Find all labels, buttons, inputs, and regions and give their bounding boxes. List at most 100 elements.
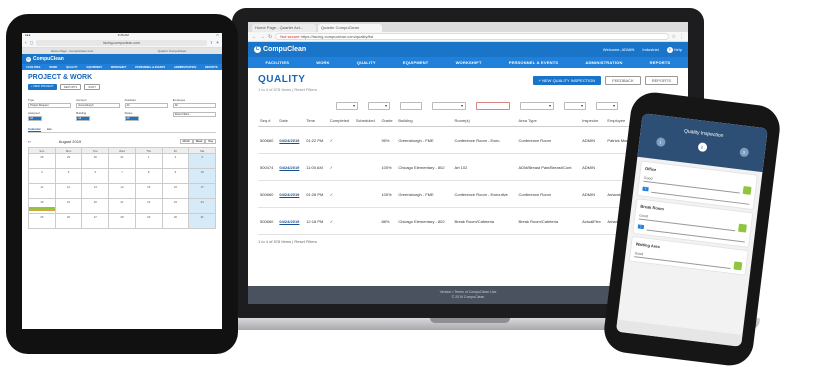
check-icon[interactable] xyxy=(738,223,747,233)
ipad-share-icon[interactable]: ⇪ xyxy=(210,40,213,45)
calendar-day-cell[interactable]: 28 xyxy=(109,214,136,229)
browser-tab[interactable]: Home Page - Quarter Act... xyxy=(252,24,316,32)
calendar-day-cell[interactable]: 11 xyxy=(29,184,56,199)
filter-completed[interactable]: ▾ xyxy=(336,102,358,110)
calendar-day-cell[interactable]: 3 xyxy=(189,154,216,169)
calendar-next-icon[interactable]: › xyxy=(29,139,30,144)
nav-item-facilities[interactable]: FACILITIES xyxy=(26,66,40,69)
address-bar[interactable]: Not secure https://facing.compuclean.com… xyxy=(275,33,669,40)
step-indicator[interactable]: 3 xyxy=(738,147,749,158)
feedback-button[interactable]: FEEDBACK xyxy=(605,76,641,85)
calendar-day-cell[interactable]: 23 xyxy=(162,199,190,214)
calendar-day-cell[interactable]: 28 xyxy=(29,154,56,169)
calendar-day-cell[interactable]: 6 xyxy=(82,169,110,184)
calendar-day-cell[interactable]: 14 xyxy=(109,184,136,199)
nav-item-workshift[interactable]: WORKSHIFT xyxy=(111,66,127,69)
filter-scheduled[interactable]: ▾ xyxy=(368,102,390,110)
calendar-day-cell[interactable]: 31 xyxy=(109,154,136,169)
calendar-day-cell[interactable]: 5 xyxy=(55,169,83,184)
reports-button[interactable]: REPORTS xyxy=(59,84,82,90)
table-row[interactable]: 500660 04/24/2019 12:18 PM ✓ 88% Chicago… xyxy=(258,207,678,235)
calendar-day-cell[interactable]: 15 xyxy=(135,184,163,199)
table-row[interactable]: 500660 04/24/2019 01:22 PM ✓ 95% Greensb… xyxy=(258,126,678,154)
status-select[interactable]: All xyxy=(124,116,139,121)
calendar-day-cell[interactable]: 31 xyxy=(189,214,216,229)
check-icon[interactable] xyxy=(742,185,752,195)
nav-item-administration[interactable]: ADMINISTRATION xyxy=(174,66,196,69)
nav-item-workshift[interactable]: WORKSHIFT xyxy=(456,60,482,65)
column-header[interactable]: Seq # xyxy=(258,115,278,127)
browser-tab-active[interactable]: Quarter CompuClean xyxy=(318,24,382,32)
cell-date-link[interactable]: 04/24/2019 xyxy=(277,180,305,208)
column-header[interactable]: Building xyxy=(396,115,453,127)
ipad-back-icon[interactable]: ‹ xyxy=(25,40,27,46)
calendar-day-cell[interactable]: 30 xyxy=(162,214,190,229)
calendar-day-cell[interactable]: 8 xyxy=(135,169,163,184)
view-month[interactable]: Month xyxy=(179,139,193,144)
column-header[interactable]: Room(s) xyxy=(452,115,517,127)
calendar-day-cell[interactable]: 2 xyxy=(162,154,190,169)
assistant-select[interactable]: All xyxy=(124,103,168,108)
filter-inspector[interactable]: ▾ xyxy=(564,102,586,110)
calendar-day-cell[interactable]: 25 xyxy=(29,214,56,229)
calendar-day-cell[interactable]: 26 xyxy=(55,214,83,229)
calendar-day-cell[interactable]: 27 xyxy=(82,214,110,229)
nav-item-reports[interactable]: REPORTS xyxy=(205,66,218,69)
nav-item-equipment[interactable]: EQUIPMENT xyxy=(86,66,101,69)
reload-icon[interactable]: ↻ xyxy=(268,34,272,40)
calendar-day-cell[interactable]: 1 xyxy=(135,154,163,169)
calendar-day-cell[interactable]: 13 xyxy=(82,184,110,199)
table-row[interactable]: 500474 04/24/2019 11:00 AM ✓ 100% Chicag… xyxy=(258,153,678,181)
filter-rooms[interactable] xyxy=(476,102,510,110)
building-select[interactable]: All xyxy=(76,116,91,121)
filter-employee[interactable]: ▾ xyxy=(596,102,618,110)
nav-item-work[interactable]: WORK xyxy=(49,66,57,69)
calendar-day-cell[interactable]: 4 xyxy=(29,169,56,184)
new-project-button[interactable]: + NEW PROJECT xyxy=(28,84,57,90)
calendar-day-cell[interactable]: 7 xyxy=(109,169,136,184)
region-select[interactable]: Industrial xyxy=(642,47,658,52)
ipad-tab[interactable]: Home Page - CompuClean.com xyxy=(22,48,122,54)
reset-filters-button[interactable]: Reset Filters xyxy=(172,112,216,117)
calendar-day-cell[interactable]: 30 xyxy=(82,154,110,169)
nav-item-personnel-events[interactable]: PERSONNEL & EVENTS xyxy=(509,60,559,65)
star-icon[interactable]: ☆ xyxy=(672,34,676,40)
column-header[interactable]: Area Type xyxy=(516,115,581,127)
calendar-day-cell[interactable]: 22 xyxy=(135,199,163,214)
tab-list[interactable]: List xyxy=(47,127,52,132)
column-header[interactable]: Inspector xyxy=(580,115,606,127)
ipad-app-logo[interactable]: C CompuClean xyxy=(26,56,64,62)
ipad-address-bar[interactable]: facing.compuclean.com xyxy=(36,39,207,46)
sort-button[interactable]: SORT xyxy=(84,84,100,90)
nav-item-quality[interactable]: QUALITY xyxy=(66,66,77,69)
column-header[interactable]: Scheduled xyxy=(353,115,380,127)
filter-grade[interactable] xyxy=(400,102,422,110)
calendar-day-cell[interactable]: 19 xyxy=(55,199,83,214)
help-link[interactable]: ? Help xyxy=(666,46,682,53)
calendar-day-cell[interactable]: 18 xyxy=(29,199,56,214)
new-quality-inspection-button[interactable]: + NEW QUALITY INSPECTION xyxy=(532,76,602,85)
type-select[interactable]: Project Request xyxy=(28,103,72,108)
calendar-day-cell[interactable]: 21 xyxy=(109,199,136,214)
nav-item-work[interactable]: WORK xyxy=(316,60,329,65)
menu-icon[interactable]: ⋮ xyxy=(679,34,684,40)
column-header[interactable]: Grade xyxy=(379,115,397,127)
calendar-day-cell[interactable]: 9 xyxy=(162,169,190,184)
table-row[interactable]: 500660 04/24/2019 01:28 PM ✓ 100% Greens… xyxy=(258,180,678,208)
cell-date-link[interactable]: 04/24/2019 xyxy=(277,207,305,235)
column-header[interactable]: Date xyxy=(277,115,305,127)
tab-calendar[interactable]: Calendar xyxy=(28,127,41,132)
view-week[interactable]: Week xyxy=(192,139,206,144)
nav-item-administration[interactable]: ADMINISTRATION xyxy=(585,60,622,65)
nav-item-reports[interactable]: REPORTS xyxy=(650,60,671,65)
ipad-tab-active[interactable]: Quarter CompuClean xyxy=(122,48,222,54)
filter-building[interactable]: ▾ xyxy=(432,102,466,110)
reports-button[interactable]: REPORTS xyxy=(644,76,678,85)
calendar-day-cell[interactable]: 16 xyxy=(162,184,190,199)
forward-icon[interactable]: → xyxy=(260,34,265,40)
view-day[interactable]: Day xyxy=(205,139,216,144)
calendar-day-cell[interactable]: 29 xyxy=(135,214,163,229)
calendar-day-cell[interactable]: 12 xyxy=(55,184,83,199)
column-header[interactable]: Time xyxy=(304,115,328,127)
calendar-day-cell[interactable]: 24 xyxy=(189,199,216,214)
